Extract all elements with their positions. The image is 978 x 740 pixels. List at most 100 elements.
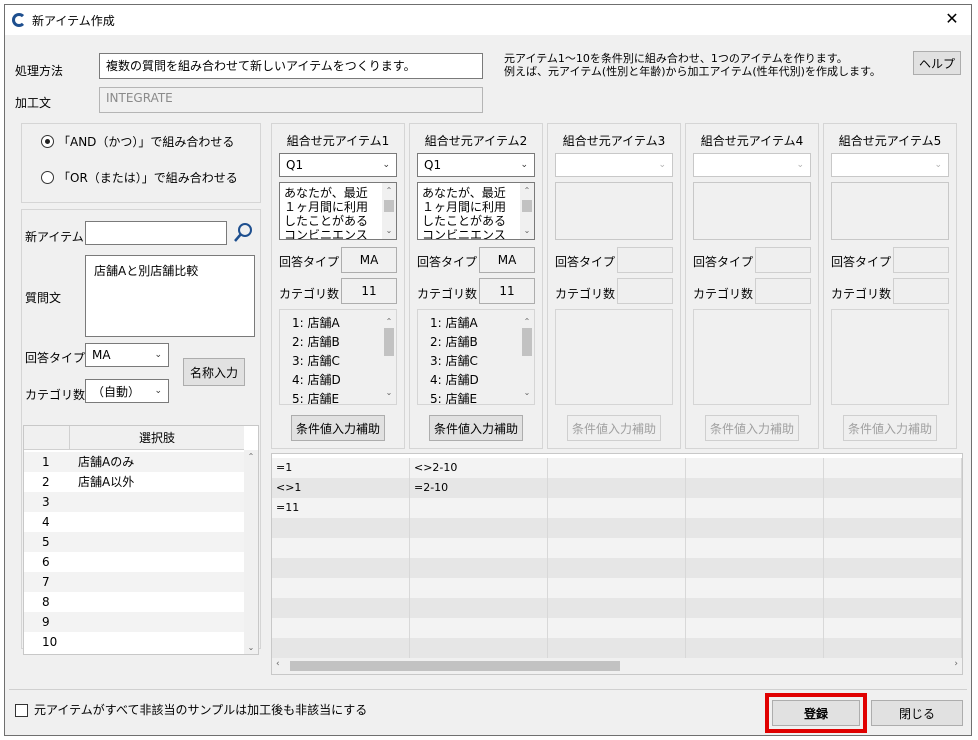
condition-cell[interactable]: <>1	[272, 478, 410, 498]
scroll-thumb[interactable]	[522, 200, 532, 212]
table-row[interactable]	[272, 558, 962, 578]
category-select[interactable]: （自動） ⌄	[85, 379, 169, 403]
condition-cell[interactable]	[272, 538, 410, 558]
assist-input-button[interactable]: 条件値入力補助	[291, 415, 385, 441]
condition-cell[interactable]	[824, 618, 962, 638]
table-row[interactable]: <>1 =2-10	[272, 478, 962, 498]
assist-input-button[interactable]: 条件値入力補助	[705, 415, 799, 441]
condition-cell[interactable]	[824, 458, 962, 478]
process-field[interactable]: INTEGRATE	[99, 87, 483, 113]
list-item[interactable]: 4: 店舗D	[292, 371, 378, 390]
table-row[interactable]: =1 <>2-10	[272, 458, 962, 478]
source-item-question[interactable]	[693, 182, 811, 240]
register-button[interactable]: 登録	[772, 700, 860, 726]
name-input-button[interactable]: 名称入力	[183, 358, 245, 386]
condition-cell[interactable]	[824, 598, 962, 618]
choice-label[interactable]: 店舗A以外	[78, 472, 134, 492]
scroll-thumb[interactable]	[384, 328, 394, 356]
radio-or-indicator[interactable]	[41, 171, 54, 184]
condition-cell[interactable]	[686, 518, 824, 538]
question-textarea[interactable]: 店舗Aと別店舗比較	[85, 255, 255, 337]
condition-cell[interactable]	[686, 578, 824, 598]
list-item[interactable]: 3: 店舗C	[430, 352, 516, 371]
scroll-right-icon[interactable]: ›	[954, 659, 958, 669]
question-scrollbar[interactable]: ⌃ ⌄	[520, 183, 534, 239]
source-item-question[interactable]: あなたが、最近１ヶ月間に利用したことがあるコンビニエンスストアを全て教えてくださ…	[279, 182, 397, 240]
table-row[interactable]	[272, 538, 962, 558]
condition-cell[interactable]	[824, 638, 962, 658]
scroll-thumb[interactable]	[384, 200, 394, 212]
close-icon[interactable]: ✕	[941, 9, 963, 28]
condition-cell[interactable]	[410, 498, 548, 518]
table-row[interactable]	[272, 598, 962, 618]
checkbox-box[interactable]	[15, 704, 28, 717]
table-row[interactable]: 8	[24, 592, 244, 612]
condition-cell[interactable]	[686, 458, 824, 478]
table-row[interactable]	[272, 518, 962, 538]
radio-or[interactable]: 「OR（または）」で組み合わせる	[41, 169, 238, 186]
scroll-down-icon[interactable]: ⌄	[520, 224, 534, 238]
options-scrollbar[interactable]: ⌃ ⌄	[520, 310, 534, 404]
source-item-question[interactable]	[831, 182, 949, 240]
assist-input-button[interactable]: 条件値入力補助	[429, 415, 523, 441]
scroll-left-icon[interactable]: ‹	[276, 659, 280, 669]
source-item-select[interactable]: Q1 ⌄	[417, 153, 535, 177]
condition-cell[interactable]	[548, 498, 686, 518]
condition-cell[interactable]: =1	[272, 458, 410, 478]
condition-cell[interactable]	[686, 478, 824, 498]
condition-cell[interactable]	[410, 578, 548, 598]
answer-type-select[interactable]: MA ⌄	[85, 343, 169, 367]
source-item-question[interactable]	[555, 182, 673, 240]
table-row[interactable]: 10	[24, 632, 244, 652]
source-item-options[interactable]: 1: 店舗A 2: 店舗B 3: 店舗C 4: 店舗D 5: 店舗E ⌃ ⌄	[417, 309, 535, 405]
condition-cell[interactable]	[686, 618, 824, 638]
list-item[interactable]: 3: 店舗C	[292, 352, 378, 371]
condition-cell[interactable]	[548, 598, 686, 618]
table-row[interactable]: 1 店舗Aのみ	[24, 452, 244, 472]
question-scrollbar[interactable]: ⌃ ⌄	[382, 183, 396, 239]
condition-cell[interactable]	[548, 558, 686, 578]
table-row[interactable]	[272, 578, 962, 598]
condition-cell[interactable]	[548, 618, 686, 638]
list-item[interactable]: 4: 店舗D	[430, 371, 516, 390]
table-row[interactable]: 2 店舗A以外	[24, 472, 244, 492]
scroll-down-icon[interactable]: ⌄	[520, 383, 534, 402]
scroll-down-icon[interactable]: ⌄	[382, 383, 396, 402]
source-item-select[interactable]: ⌄	[693, 153, 811, 177]
condition-cell[interactable]	[272, 578, 410, 598]
source-item-options[interactable]: 1: 店舗A 2: 店舗B 3: 店舗C 4: 店舗D 5: 店舗E ⌃ ⌄	[279, 309, 397, 405]
condition-cell[interactable]	[410, 558, 548, 578]
table-row[interactable]: 7	[24, 572, 244, 592]
table-row[interactable]: 6	[24, 552, 244, 572]
condition-cell[interactable]	[548, 538, 686, 558]
conditions-hscrollbar[interactable]: ‹ ›	[272, 658, 962, 674]
condition-cell[interactable]	[824, 498, 962, 518]
radio-and[interactable]: 「AND（かつ）」で組み合わせる	[41, 133, 234, 150]
condition-cell[interactable]	[410, 598, 548, 618]
search-icon[interactable]	[231, 221, 255, 245]
table-row[interactable]: =11	[272, 498, 962, 518]
table-row[interactable]	[272, 638, 962, 658]
condition-cell[interactable]	[824, 478, 962, 498]
condition-cell[interactable]	[410, 638, 548, 658]
source-item-select[interactable]: ⌄	[831, 153, 949, 177]
method-field[interactable]: 複数の質問を組み合わせて新しいアイテムをつくります。	[99, 53, 483, 79]
condition-cell[interactable]: =11	[272, 498, 410, 518]
condition-cell[interactable]	[548, 518, 686, 538]
scroll-down-icon[interactable]: ⌄	[382, 224, 396, 238]
condition-cell[interactable]: <>2-10	[410, 458, 548, 478]
source-item-options[interactable]	[693, 309, 811, 405]
list-item[interactable]: 1: 店舗A	[430, 314, 516, 333]
condition-cell[interactable]	[686, 598, 824, 618]
condition-cell[interactable]	[686, 558, 824, 578]
scroll-up-icon[interactable]: ⌃	[382, 184, 396, 198]
choice-label[interactable]: 店舗Aのみ	[78, 452, 134, 472]
table-row[interactable]: 4	[24, 512, 244, 532]
condition-cell[interactable]	[824, 538, 962, 558]
condition-cell[interactable]	[548, 458, 686, 478]
table-row[interactable]: 3	[24, 492, 244, 512]
source-item-select[interactable]: Q1 ⌄	[279, 153, 397, 177]
assist-input-button[interactable]: 条件値入力補助	[843, 415, 937, 441]
condition-cell[interactable]	[272, 638, 410, 658]
source-item-options[interactable]	[555, 309, 673, 405]
